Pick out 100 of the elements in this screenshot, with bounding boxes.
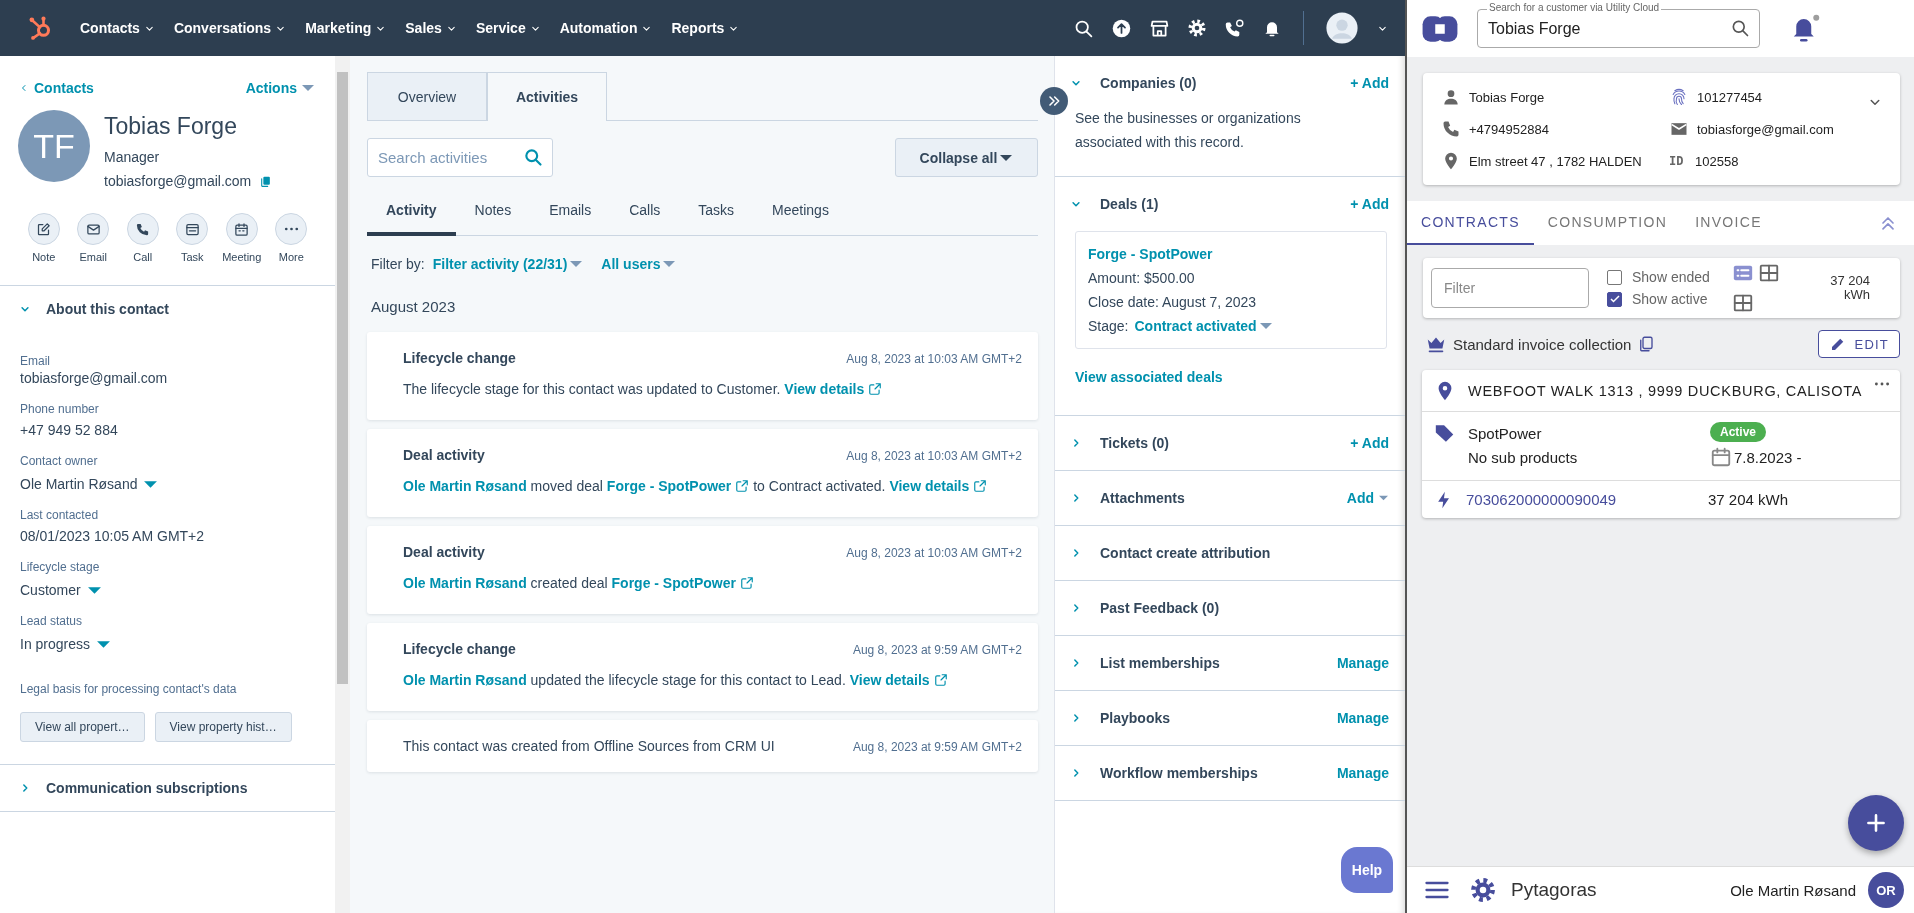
tab[interactable]: CONSUMPTION xyxy=(1533,201,1682,245)
tab[interactable]: Calls xyxy=(610,188,680,236)
nav-menu-item[interactable]: Conversations xyxy=(163,0,296,56)
scrollbar-thumb[interactable] xyxy=(337,72,348,684)
task-button[interactable]: Task xyxy=(168,213,216,263)
link[interactable]: Ole Martin Røsand xyxy=(403,575,527,591)
section-header[interactable]: About this contact xyxy=(0,286,335,332)
meter-id-link[interactable]: 703062000000090049 xyxy=(1466,491,1696,508)
double-chevron-right-icon xyxy=(1046,93,1062,109)
external-link[interactable]: Forge - SpotPower xyxy=(611,575,754,591)
tab[interactable]: CONTRACTS xyxy=(1407,201,1534,245)
customer-detail: tobiasforge@gmail.com xyxy=(1697,121,1834,137)
section-header[interactable]: List memberships xyxy=(1069,655,1337,671)
add-button[interactable] xyxy=(1848,795,1904,851)
action-link[interactable]: Manage xyxy=(1336,710,1389,726)
customer-detail: 102558 xyxy=(1695,153,1739,169)
tab[interactable]: Notes xyxy=(455,188,531,236)
action-link[interactable]: Manage xyxy=(1336,765,1389,781)
actions-menu[interactable]: Actions xyxy=(245,80,315,96)
section-header[interactable]: Tickets (0) xyxy=(1069,435,1351,451)
activity-description: Ole Martin Røsand updated the lifecycle stage for this contact to Lead. View details xyxy=(403,667,1022,693)
section-header[interactable]: Contact create attribution xyxy=(1069,545,1389,561)
call-button[interactable]: Call xyxy=(119,213,167,263)
external-link-icon xyxy=(735,479,750,493)
checkbox-label: Show active xyxy=(1632,291,1708,307)
external-link[interactable]: View details xyxy=(889,478,988,494)
tab[interactable]: Activities xyxy=(487,72,607,121)
nav-menu-item[interactable]: Marketing xyxy=(295,0,396,56)
property-value: +47 949 52 884 xyxy=(20,422,119,438)
property-dropdown[interactable]: Customer xyxy=(20,582,102,598)
external-link[interactable]: Forge - SpotPower xyxy=(606,478,750,494)
action-link[interactable]: + Add xyxy=(1350,196,1389,212)
note-button[interactable]: Note xyxy=(20,213,68,263)
contact-avatar: TF xyxy=(18,110,90,182)
grid-view-icon[interactable] xyxy=(1757,262,1780,284)
tab[interactable]: Tasks xyxy=(679,188,754,236)
tab[interactable]: Overview xyxy=(367,72,487,120)
view-button[interactable]: View all propert… xyxy=(20,712,145,742)
nav-menu-item[interactable]: Contacts xyxy=(70,0,164,56)
tab[interactable]: Activity xyxy=(367,188,456,236)
tab[interactable]: Emails xyxy=(530,188,611,236)
scrollbar[interactable] xyxy=(335,56,350,913)
collapse-all-button[interactable]: Collapse all xyxy=(895,138,1038,177)
property-dropdown[interactable]: Ole Martin Røsand xyxy=(20,476,159,492)
external-link[interactable]: View details xyxy=(784,381,883,397)
link[interactable]: Ole Martin Røsand xyxy=(403,478,527,494)
copy-icon[interactable] xyxy=(1637,335,1656,353)
add-menu[interactable]: Add xyxy=(1346,490,1389,506)
section-description: See the businesses or organizations associated with this record. xyxy=(1075,109,1302,152)
action-link[interactable]: Manage xyxy=(1336,655,1389,671)
activity-description: The lifecycle stage for this contact was updated to Customer. View details xyxy=(403,376,1022,402)
section-header[interactable]: Companies (0) xyxy=(1069,75,1351,91)
view-associated-link[interactable]: View associated deals xyxy=(1075,369,1389,415)
section-header[interactable]: Attachments xyxy=(1069,490,1347,506)
property-label: Phone number xyxy=(20,402,100,416)
property-dropdown[interactable]: In progress xyxy=(20,636,112,652)
more-icon[interactable] xyxy=(1874,382,1891,386)
view-button[interactable]: View property hist… xyxy=(154,712,292,742)
action-link[interactable]: + Add xyxy=(1350,435,1389,451)
edit-button[interactable]: EDIT xyxy=(1817,330,1900,358)
section-header[interactable]: Past Feedback (0) xyxy=(1069,600,1389,616)
tab[interactable]: Meetings xyxy=(753,188,848,236)
help-button[interactable]: Help xyxy=(1341,847,1393,893)
stage-dropdown[interactable]: Contract activated xyxy=(1134,318,1273,334)
user-avatar[interactable]: OR xyxy=(1868,872,1904,908)
expand-panel-button[interactable] xyxy=(1040,87,1068,115)
settings-icon[interactable] xyxy=(1469,876,1497,904)
link[interactable]: Ole Martin Røsand xyxy=(403,672,527,688)
deal-name-link[interactable]: Forge - SpotPower xyxy=(1088,242,1374,266)
user-avatar-icon[interactable] xyxy=(1325,11,1359,45)
meeting-button[interactable]: Meeting xyxy=(218,213,266,263)
email-button[interactable]: Email xyxy=(69,213,117,263)
section-header[interactable]: Workflow memberships xyxy=(1069,765,1337,781)
upload-icon[interactable] xyxy=(1111,17,1132,39)
external-link[interactable]: View details xyxy=(849,672,948,688)
calendar-icon xyxy=(1710,446,1732,468)
tab[interactable]: INVOICE xyxy=(1681,201,1776,245)
more-button[interactable]: More xyxy=(267,213,315,263)
external-link-icon xyxy=(973,479,988,493)
customer-detail: Elm street 47 , 1782 HALDEN xyxy=(1469,153,1642,169)
checkbox[interactable] xyxy=(1607,269,1622,285)
section-header[interactable]: Communication subscriptions xyxy=(0,765,335,811)
calendar-icon xyxy=(234,221,250,237)
section-header[interactable]: Playbooks xyxy=(1069,710,1337,726)
nav-menu-item[interactable]: Sales xyxy=(395,0,466,56)
settings-icon[interactable] xyxy=(1187,18,1207,38)
action-link[interactable]: + Add xyxy=(1350,75,1389,91)
nav-menu-item[interactable]: Reports xyxy=(661,0,749,56)
section-header[interactable]: Deals (1) xyxy=(1069,196,1351,212)
nav-menu-item[interactable]: Automation xyxy=(549,0,662,56)
activity-description: Ole Martin Røsand moved deal Forge - SpotPower to Contract activated. View details xyxy=(403,473,1022,499)
filter-field[interactable]: Filter xyxy=(1431,268,1589,308)
back-link[interactable]: Contacts xyxy=(18,80,94,96)
checkbox[interactable] xyxy=(1607,291,1622,307)
grid-view-icon[interactable] xyxy=(1731,292,1754,314)
phone-icon[interactable] xyxy=(1224,17,1245,39)
nav-menu-item[interactable]: Service xyxy=(465,0,550,56)
property-value: 08/01/2023 10:05 AM GMT+2 xyxy=(20,528,206,544)
copy-icon[interactable] xyxy=(259,174,273,188)
search-field[interactable]: Search activities xyxy=(367,138,553,177)
